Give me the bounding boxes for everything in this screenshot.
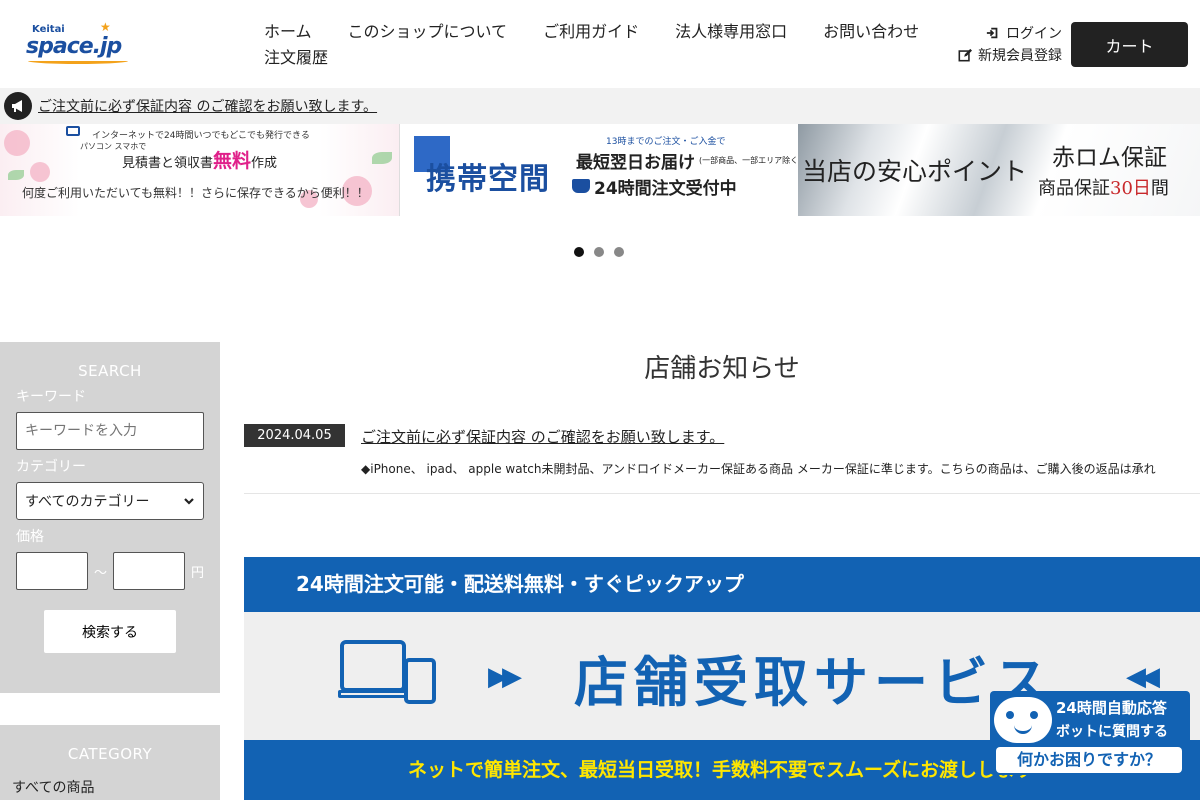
- banner1-line1: インターネットで24時間いつでもどこでも発行できる: [92, 131, 310, 141]
- register-link[interactable]: 新規会員登録: [950, 44, 1062, 66]
- category-title: CATEGORY: [67, 745, 153, 763]
- banner2-line1: 最短翌日お届け (一部商品、一部エリア除く): [576, 152, 802, 173]
- leaf-decoration: [8, 170, 24, 180]
- flower-decoration: [4, 130, 30, 156]
- notice-link[interactable]: ご注文前に必ず保証内容 のご確認をお願い致します。: [38, 96, 377, 116]
- slider-dot-1[interactable]: [574, 247, 584, 257]
- banner3-left: 当店の安心ポイント: [802, 157, 1028, 186]
- nav-corporate[interactable]: 法人様専用窓口: [675, 20, 787, 44]
- flower-decoration: [30, 162, 50, 182]
- price-separator: ～: [94, 565, 108, 581]
- edit-icon: [958, 48, 972, 62]
- chatbot-widget[interactable]: 24時間自動応答 ボットに質問する 何かお困りですか？: [990, 691, 1190, 775]
- banner2-line2: 24時間注文受付中: [572, 173, 797, 199]
- site-header: Keitai ★ space.jp ホーム このショップについて ご利用ガイド …: [0, 0, 1200, 88]
- price-label: 価格: [16, 529, 44, 545]
- login-label: ログイン: [1006, 26, 1062, 42]
- star-icon: ★: [100, 20, 111, 34]
- chevron-down-icon: [184, 498, 194, 505]
- nav-order-history[interactable]: 注文履歴: [264, 46, 328, 70]
- category-select[interactable]: すべてのカテゴリー: [16, 482, 204, 520]
- nav-row-2: 注文履歴: [264, 46, 944, 70]
- pickup-service-title: 店舗受取サービス: [574, 651, 1054, 714]
- category-label: カテゴリー: [16, 459, 86, 475]
- page: Keitai ★ space.jp ホーム このショップについて ご利用ガイド …: [0, 0, 1200, 800]
- news-date: 2024.04.05: [244, 424, 345, 447]
- price-range: ～ 円: [16, 552, 204, 590]
- banner2-small: 13時までのご注文・ご入金で: [606, 137, 726, 147]
- banner3-right1: 赤ロム保証: [1052, 145, 1167, 171]
- slider-dot-3[interactable]: [614, 247, 624, 257]
- laptop-icon: [340, 640, 406, 692]
- price-unit: 円: [191, 565, 205, 581]
- leaf-decoration: [372, 152, 392, 164]
- banner3-right2: 商品保証30日間: [1038, 178, 1169, 199]
- nav-guide[interactable]: ご利用ガイド: [543, 20, 639, 44]
- notice-bar: ご注文前に必ず保証内容 のご確認をお願い致します。: [0, 88, 1200, 124]
- nav-about[interactable]: このショップについて: [348, 20, 508, 44]
- search-title: SEARCH: [78, 362, 142, 380]
- double-arrow-left-icon: ◀◀: [1126, 662, 1160, 692]
- megaphone-icon: [4, 92, 32, 120]
- keyword-label: キーワード: [16, 389, 86, 405]
- nav-home[interactable]: ホーム: [264, 20, 312, 44]
- nav-row-1: ホーム このショップについて ご利用ガイド 法人様専用窓口 お問い合わせ: [264, 20, 944, 44]
- robot-icon: [994, 697, 1052, 743]
- category-panel: CATEGORY すべての商品: [0, 725, 220, 800]
- site-logo[interactable]: Keitai ★ space.jp: [26, 20, 130, 68]
- search-button[interactable]: 検索する: [44, 610, 176, 653]
- nav-contact[interactable]: お問い合わせ: [823, 20, 919, 44]
- login-icon: [986, 27, 998, 39]
- chatbot-line2: ボットに質問する: [1056, 724, 1168, 740]
- main-nav: ホーム このショップについて ご利用ガイド 法人様専用窓口 お問い合わせ 注文履…: [264, 20, 944, 70]
- banner-slider: インターネットで24時間いつでもどこでも発行できる パソコン スマホで 見積書と…: [0, 124, 1200, 216]
- news-title: 店舗お知らせ: [644, 354, 800, 384]
- logo-main-text: space.jp: [26, 34, 122, 59]
- laptop-base: [338, 690, 412, 698]
- chatbot-line1: 24時間自動応答: [1056, 699, 1167, 717]
- banner2-right: 13時までのご注文・ご入金で 最短翌日お届け (一部商品、一部エリア除く) 24時…: [572, 134, 802, 199]
- banner-warranty[interactable]: 当店の安心ポイント 赤ロム保証 商品保証30日間: [798, 124, 1200, 216]
- double-arrow-right-icon: ▶▶: [488, 662, 522, 692]
- price-max-input[interactable]: [113, 552, 186, 590]
- banner1-free: 無料: [213, 150, 252, 172]
- category-select-value: すべてのカテゴリー: [25, 494, 150, 510]
- register-label: 新規会員登録: [978, 48, 1062, 64]
- cart-icon: [572, 179, 590, 193]
- smartphone-icon: [404, 658, 436, 704]
- category-item-all[interactable]: すべての商品: [12, 777, 208, 797]
- banner-fast-delivery[interactable]: 携帯空間 13時までのご注文・ご入金で 最短翌日お届け (一部商品、一部エリア除く…: [399, 124, 802, 216]
- pickup-top-text: 24時間注文可能・配送料無料・すぐピックアップ: [244, 557, 1200, 612]
- banner2-brand: 携帯空間: [426, 162, 550, 197]
- account-links: ログイン 新規会員登録: [950, 22, 1062, 66]
- login-link[interactable]: ログイン: [950, 22, 1062, 44]
- slider-dots: [574, 247, 624, 257]
- slider-dot-2[interactable]: [594, 247, 604, 257]
- keyword-input[interactable]: [16, 412, 204, 450]
- device-icons: [66, 126, 80, 136]
- banner1-line2: 見積書と領収書無料作成: [122, 150, 278, 172]
- news-item: 2024.04.05 ご注文前に必ず保証内容 のご確認をお願い致します。 ◆iP…: [244, 424, 1200, 494]
- news-body: ◆iPhone、 ipad、 apple watch未開封品、アンドロイドメーカ…: [361, 462, 1156, 476]
- cart-button[interactable]: カート: [1071, 22, 1188, 67]
- chatbot-bubble: 何かお困りですか？: [996, 747, 1182, 773]
- price-min-input[interactable]: [16, 552, 88, 590]
- banner-free-invoice[interactable]: インターネットで24時間いつでもどこでも発行できる パソコン スマホで 見積書と…: [0, 124, 399, 216]
- logo-swoosh: [28, 58, 128, 64]
- news-link[interactable]: ご注文前に必ず保証内容 のご確認をお願い致します。: [361, 426, 724, 447]
- banner1-line3: 何度ご利用いただいても無料！！さらに保存できるから便利！！: [22, 186, 369, 200]
- search-panel: SEARCH キーワード カテゴリー すべてのカテゴリー 価格 ～ 円 検索する: [0, 342, 220, 693]
